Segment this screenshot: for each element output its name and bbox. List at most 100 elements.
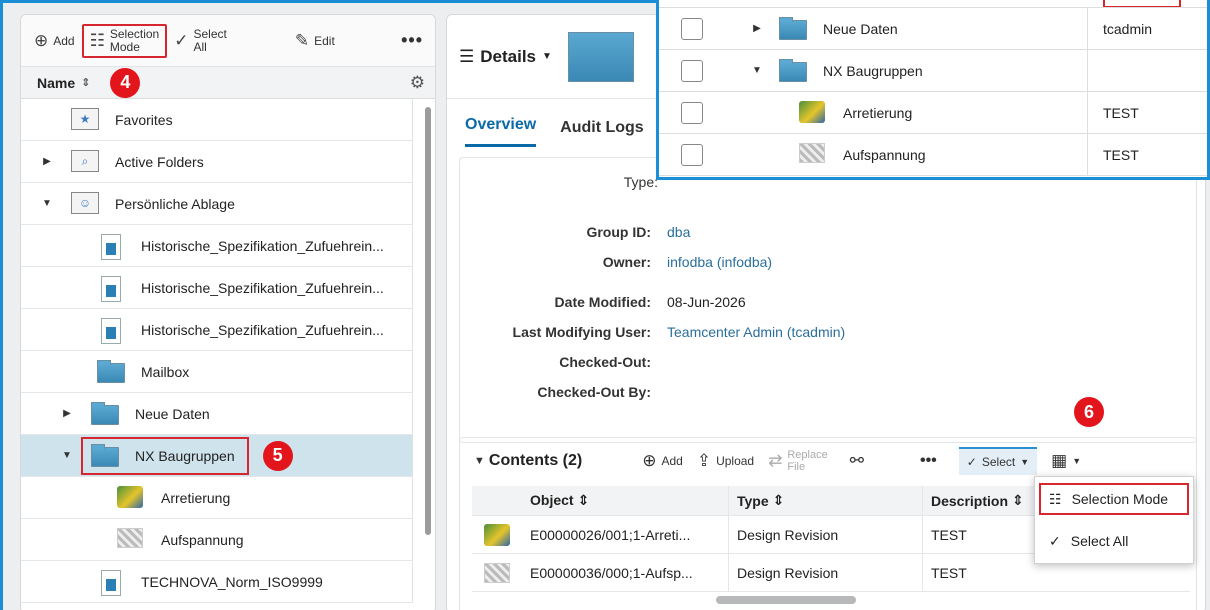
checklist-icon: ☷ xyxy=(89,30,105,50)
checkmark-icon: ✓ xyxy=(174,30,189,50)
link-icon-button[interactable]: ⚯ xyxy=(850,451,864,471)
upload-button[interactable]: ⇪ Upload xyxy=(697,451,754,471)
step-badge-6: 6 xyxy=(1074,397,1104,427)
tree-item-technova[interactable]: TECHNOVA_Norm_ISO9999 xyxy=(21,561,413,603)
last-modifying-user-label: Last Modifying User: xyxy=(512,324,651,340)
folder-icon xyxy=(97,359,125,383)
nx-baugruppen-highlight: NX Baugruppen xyxy=(81,436,249,475)
type-label: Type: xyxy=(623,174,658,190)
chevron-down-icon: ▼ xyxy=(1020,457,1030,467)
details-list-icon: ☰ xyxy=(459,46,475,66)
step-badge-4: 4 xyxy=(110,67,141,98)
tree-item-document[interactable]: Historische_Spezifikation_Zufuehrein... xyxy=(21,309,413,351)
add-circle-icon: ⊕ xyxy=(642,451,657,470)
inset-selection-table: ▶ Neue Daten tcadmin ▼ NX Baugruppen Arr… xyxy=(656,0,1210,180)
add-circle-icon: ⊕ xyxy=(34,30,49,50)
tree-item-arretierung[interactable]: Arretierung xyxy=(21,477,413,519)
fixture-part-icon xyxy=(484,562,510,583)
chevron-down-icon: ▼ xyxy=(542,51,552,62)
row-checkbox[interactable] xyxy=(681,101,703,124)
more-options-button[interactable]: ••• xyxy=(395,30,429,51)
inset-row-aufspannung[interactable]: Aufspannung TEST xyxy=(659,134,1207,176)
document-icon xyxy=(101,275,121,302)
tree-item-nx-baugruppen[interactable]: ▼ NX Baugruppen 5 xyxy=(21,435,413,477)
add-button[interactable]: ⊕ Add xyxy=(27,27,82,55)
tree-item-aufspannung[interactable]: Aufspannung xyxy=(21,519,413,561)
assembly-part-icon xyxy=(799,100,825,123)
tree-item-active-folders[interactable]: ▶ ⌕ Active Folders xyxy=(21,141,413,183)
pencil-icon: ✎ xyxy=(294,30,310,50)
document-icon xyxy=(101,569,121,596)
tree-item-neue-daten[interactable]: ▶ Neue Daten xyxy=(21,393,413,435)
menu-item-select-all[interactable]: ✓ Select All xyxy=(1035,521,1193,561)
replace-file-button[interactable]: ⇄ Replace File xyxy=(768,449,828,473)
checked-out-by-label: Checked-Out By: xyxy=(537,384,651,400)
search-folder-icon: ⌕ xyxy=(71,149,99,172)
checklist-icon: ☷ xyxy=(1049,490,1062,507)
edit-button[interactable]: ✎ Edit xyxy=(288,27,342,55)
collapse-caret-icon[interactable]: ▼ xyxy=(59,450,75,461)
assembly-part-icon xyxy=(117,485,143,508)
details-dropdown[interactable]: ☰ Details ▼ xyxy=(459,47,552,67)
inset-row-arretierung[interactable]: Arretierung TEST xyxy=(659,92,1207,134)
left-toolbar: ⊕ Add ☷ Selection Mode ✓ Select All ✎ Ed… xyxy=(21,15,435,67)
assembly-part-icon xyxy=(484,523,510,546)
link-icon: ⚯ xyxy=(849,451,864,470)
tree-item-favorites[interactable]: ★ Favorites xyxy=(21,99,413,141)
gear-icon[interactable]: ⚙ xyxy=(410,73,425,93)
expand-caret-icon[interactable]: ▶ xyxy=(39,156,55,167)
owner-value[interactable]: infodba (infodba) xyxy=(667,254,772,270)
folder-icon xyxy=(91,401,119,425)
tab-overview[interactable]: Overview xyxy=(465,116,537,147)
star-folder-icon: ★ xyxy=(71,107,99,130)
contents-more-button[interactable]: ••• xyxy=(920,452,937,470)
document-icon xyxy=(101,317,121,344)
tree-item-document[interactable]: Historische_Spezifikation_Zufuehrein... xyxy=(21,225,413,267)
column-object[interactable]: Object ⇕ xyxy=(522,492,728,509)
upload-icon: ⇪ xyxy=(696,451,712,470)
tab-audit-logs[interactable]: Audit Logs xyxy=(560,119,644,147)
swap-arrows-icon: ⇄ xyxy=(768,451,783,470)
navigation-panel: ⊕ Add ☷ Selection Mode ✓ Select All ✎ Ed… xyxy=(20,14,436,610)
table-grid-icon: ▦ xyxy=(1051,451,1068,470)
name-column-header[interactable]: Name ⇕ 4 ⚙ xyxy=(21,67,435,99)
expand-caret-icon[interactable]: ▶ xyxy=(749,23,765,34)
contents-add-button[interactable]: ⊕ Add xyxy=(642,451,683,471)
select-all-button[interactable]: ✓ Select All xyxy=(167,24,234,58)
collapse-caret-icon[interactable]: ▼ xyxy=(39,198,55,209)
folder-thumbnail-icon xyxy=(567,31,634,82)
selection-mode-label-2: Mode xyxy=(109,39,140,54)
user-folder-icon: ☺ xyxy=(71,191,99,214)
owner-label: Owner: xyxy=(602,254,651,270)
folder-tree: ★ Favorites ▶ ⌕ Active Folders ▼ ☺ Persö… xyxy=(21,99,435,603)
select-dropdown-button[interactable]: ✓ Select ▼ xyxy=(958,447,1038,475)
row-checkbox[interactable] xyxy=(681,17,703,40)
selection-mode-button[interactable]: ☷ Selection Mode xyxy=(81,23,168,58)
select-all-label-2: All xyxy=(193,39,207,54)
row-checkbox[interactable] xyxy=(681,59,703,82)
inset-row-nx-baugruppen[interactable]: ▼ NX Baugruppen xyxy=(659,50,1207,92)
column-description[interactable]: Description ⇕ xyxy=(922,486,1042,515)
menu-item-selection-mode[interactable]: ☷ Selection Mode xyxy=(1039,483,1189,515)
inset-row-neue-daten[interactable]: ▶ Neue Daten tcadmin xyxy=(659,8,1207,50)
collapse-triangle-icon[interactable]: ▼ xyxy=(474,455,485,467)
horizontal-scrollbar[interactable] xyxy=(716,596,856,604)
group-id-label: Group ID: xyxy=(586,224,651,240)
date-modified-value: 08-Jun-2026 xyxy=(667,294,746,310)
tree-item-mailbox[interactable]: Mailbox xyxy=(21,351,413,393)
group-id-value[interactable]: dba xyxy=(667,224,690,240)
table-view-button[interactable]: ▦ ▼ xyxy=(1051,451,1081,471)
tree-scrollbar[interactable] xyxy=(425,107,431,535)
tree-item-document[interactable]: Historische_Spezifikation_Zufuehrein... xyxy=(21,267,413,309)
folder-icon xyxy=(779,58,807,82)
selection-mode-label-1: Selection xyxy=(109,26,160,41)
last-modifying-user-value[interactable]: Teamcenter Admin (tcadmin) xyxy=(667,324,845,340)
tree-item-personal[interactable]: ▼ ☺ Persönliche Ablage xyxy=(21,183,413,225)
select-dropdown-menu: ☷ Selection Mode ✓ Select All xyxy=(1034,476,1194,564)
expand-caret-icon[interactable]: ▶ xyxy=(59,408,75,419)
checkmark-icon: ✓ xyxy=(1049,532,1061,549)
folder-icon xyxy=(91,443,119,467)
column-type[interactable]: Type ⇕ xyxy=(728,486,922,515)
row-checkbox[interactable] xyxy=(681,143,703,166)
collapse-caret-icon[interactable]: ▼ xyxy=(749,65,765,76)
